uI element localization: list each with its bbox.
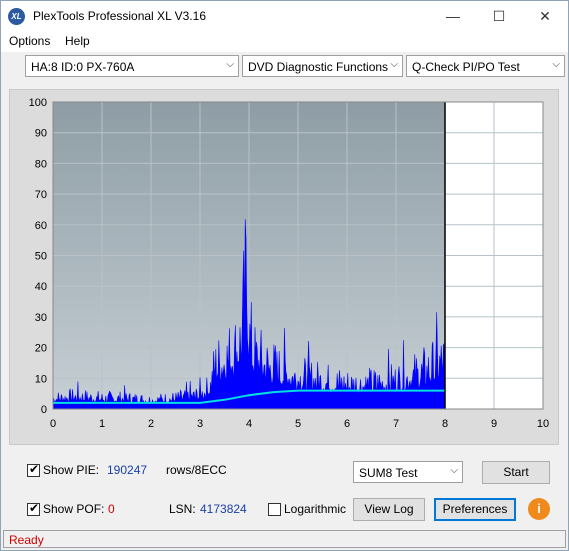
y-tick-label: 20 bbox=[35, 343, 47, 355]
sum-test-select-value: SUM8 Test bbox=[359, 466, 418, 480]
x-tick-label: 0 bbox=[50, 418, 56, 430]
y-tick-label: 100 bbox=[29, 97, 47, 109]
test-select-value: Q-Check PI/PO Test bbox=[412, 60, 520, 74]
chevron-down-icon: ⌵ bbox=[226, 59, 234, 70]
function-select-value: DVD Diagnostic Functions bbox=[248, 60, 389, 74]
pie-unit: rows/8ECC bbox=[166, 463, 227, 477]
view-log-button[interactable]: View Log bbox=[353, 498, 425, 521]
y-tick-label: 30 bbox=[35, 312, 47, 324]
show-pof-checkbox[interactable]: ✔ bbox=[27, 501, 40, 516]
x-tick-label: 2 bbox=[148, 418, 154, 430]
y-tick-label: 0 bbox=[41, 404, 47, 416]
x-tick-label: 6 bbox=[344, 418, 350, 430]
logarithmic-checkbox[interactable] bbox=[268, 503, 281, 516]
pof-value: 0 bbox=[108, 502, 115, 516]
x-tick-label: 9 bbox=[491, 418, 497, 430]
app-window: XL PlexTools Professional XL V3.16 — ☐ ✕… bbox=[0, 0, 569, 551]
chevron-down-icon: ⌵ bbox=[450, 465, 458, 476]
x-tick-label: 1 bbox=[99, 418, 105, 430]
y-tick-label: 10 bbox=[35, 373, 47, 385]
check-icon: ✔ bbox=[29, 501, 40, 515]
menu-options[interactable]: Options bbox=[9, 34, 50, 48]
maximize-button[interactable]: ☐ bbox=[476, 1, 522, 31]
logarithmic-label: Logarithmic bbox=[284, 502, 347, 516]
window-title: PlexTools Professional XL V3.16 bbox=[33, 9, 206, 23]
y-tick-label: 40 bbox=[35, 281, 47, 293]
y-tick-label: 80 bbox=[35, 158, 47, 170]
x-tick-label: 3 bbox=[197, 418, 203, 430]
status-bar: Ready bbox=[3, 530, 566, 548]
x-tick-label: 4 bbox=[246, 418, 252, 430]
show-pie-label: Show PIE: bbox=[43, 463, 100, 477]
sum-test-select[interactable]: SUM8 Test ⌵ bbox=[353, 461, 463, 483]
function-select[interactable]: DVD Diagnostic Functions ⌵ bbox=[242, 55, 403, 77]
y-tick-label: 50 bbox=[35, 251, 47, 263]
y-tick-label: 60 bbox=[35, 220, 47, 232]
pi-po-chart: 0 1 2 3 4 5 6 7 8 9 100102030405060708090100 bbox=[29, 97, 549, 430]
x-tick-label: 10 bbox=[537, 418, 549, 430]
toolbar: HA:8 ID:0 PX-760A ⌵ DVD Diagnostic Funct… bbox=[1, 52, 568, 82]
controls-area: ✔ Show PIE: 190247 rows/8ECC SUM8 Test ⌵… bbox=[9, 452, 559, 526]
show-pie-checkbox[interactable]: ✔ bbox=[27, 462, 40, 477]
pie-value: 190247 bbox=[107, 463, 148, 477]
drive-select[interactable]: HA:8 ID:0 PX-760A ⌵ bbox=[25, 55, 239, 77]
check-icon: ✔ bbox=[29, 462, 40, 476]
x-tick-label: 7 bbox=[393, 418, 399, 430]
y-tick-label: 90 bbox=[35, 128, 47, 140]
lsn-label: LSN: bbox=[169, 502, 196, 516]
test-select[interactable]: Q-Check PI/PO Test ⌵ bbox=[406, 55, 565, 77]
status-text: Ready bbox=[9, 533, 44, 547]
x-tick-label: 5 bbox=[295, 418, 301, 430]
menu-help[interactable]: Help bbox=[65, 34, 90, 48]
chevron-down-icon: ⌵ bbox=[390, 59, 398, 70]
chart-panel: 0 1 2 3 4 5 6 7 8 9 10 0 10 20 30 40 50 60 70 80 90 100 bbox=[9, 89, 559, 445]
preferences-button[interactable]: Preferences bbox=[434, 498, 516, 521]
drive-select-value: HA:8 ID:0 PX-760A bbox=[31, 60, 135, 74]
y-tick-label: 70 bbox=[35, 189, 47, 201]
x-tick-label: 8 bbox=[442, 418, 448, 430]
title-bar: XL PlexTools Professional XL V3.16 — ☐ ✕ bbox=[1, 1, 568, 31]
show-pof-label: Show POF: bbox=[43, 502, 105, 516]
app-logo-icon: XL bbox=[8, 8, 25, 25]
minimize-button[interactable]: — bbox=[430, 1, 476, 31]
close-button[interactable]: ✕ bbox=[522, 1, 568, 31]
lsn-value: 4173824 bbox=[200, 502, 247, 516]
chevron-down-icon: ⌵ bbox=[552, 59, 560, 70]
start-button[interactable]: Start bbox=[482, 461, 550, 484]
info-icon[interactable]: i bbox=[528, 498, 550, 520]
menu-bar: Options Help bbox=[1, 31, 568, 52]
